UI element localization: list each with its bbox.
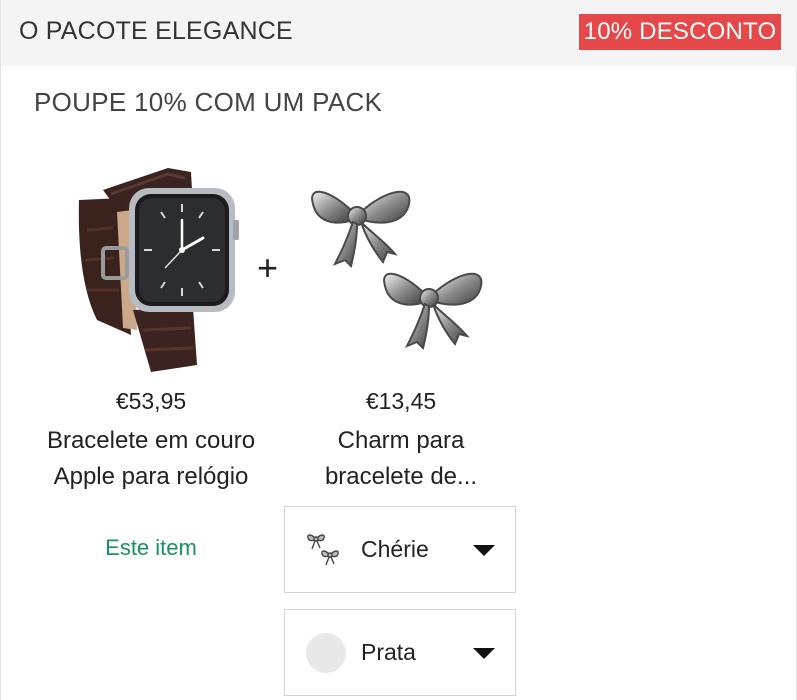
chevron-down-icon [473,648,495,659]
this-item-label: Este item [105,535,197,560]
bundle-title: O PACOTE ELEGANCE [19,17,293,45]
style-select[interactable]: Chérie [284,506,516,593]
color-select[interactable]: Prata [284,609,516,696]
product-name-line: Charm para [337,427,465,454]
product-name-link[interactable]: Charm para bracelete de... [301,423,501,495]
product-price: €13,45 [365,388,437,414]
chevron-down-icon [473,545,495,556]
color-select-value: Prata [361,639,416,665]
product-name-line: bracelete de... [324,463,478,490]
bundle-card: O PACOTE ELEGANCE 10% DESCONTO POUPE 10%… [0,0,797,700]
plus-icon: + [257,247,279,288]
watch-image[interactable] [73,160,243,380]
bundle-header: O PACOTE ELEGANCE 10% DESCONTO [1,0,797,66]
bundle-subtitle: POUPE 10% COM UM PACK [34,87,383,117]
product-name-line: Bracelete em couro [46,427,256,454]
bow-icon [307,534,339,566]
silver-swatch-icon [306,633,346,673]
bow-charm-image[interactable] [301,170,501,360]
product-price: €53,95 [115,388,187,414]
product-name-line: Apple para relógio [53,463,249,490]
discount-badge: 10% DESCONTO [579,14,781,50]
product-name-link[interactable]: Bracelete em couro Apple para relógio [21,423,281,495]
style-select-value: Chérie [361,536,429,562]
